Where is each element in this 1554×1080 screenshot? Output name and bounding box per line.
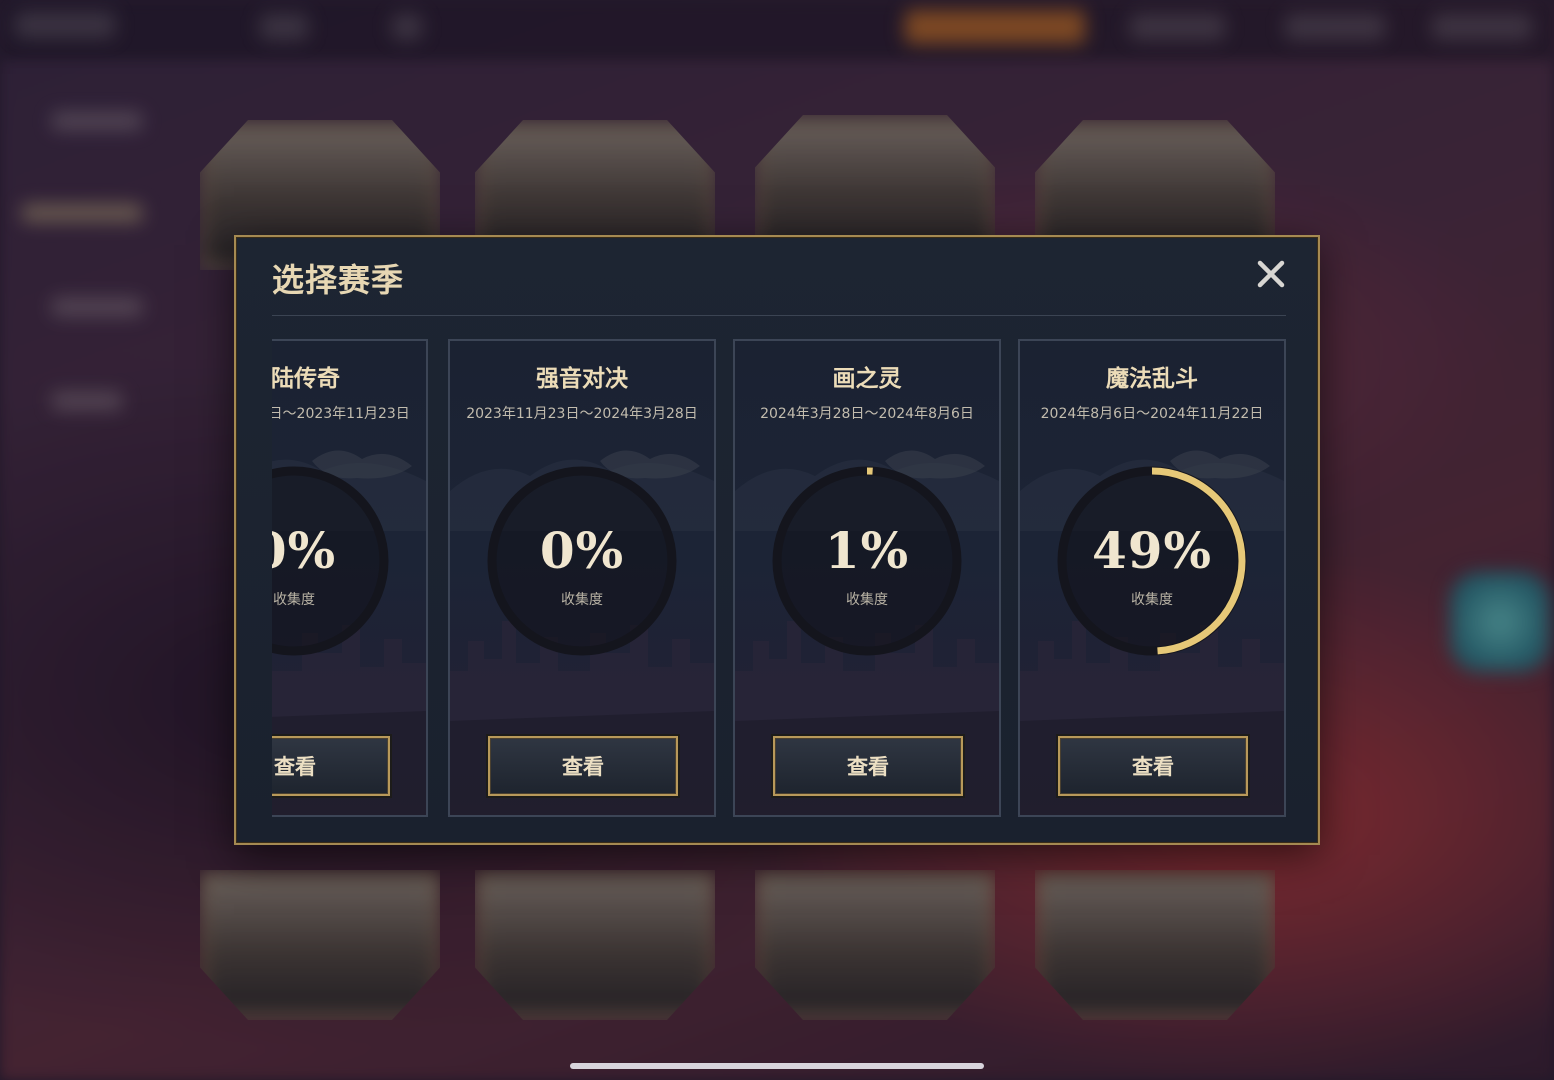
season-name: 画之灵 (832, 366, 902, 392)
close-button[interactable] (1248, 251, 1294, 297)
season-select-dialog: 选择赛季 大陆传奇2023年8月10日～2023年11月23日0%收集度查看强音… (234, 235, 1320, 845)
view-season-button[interactable]: 查看 (1058, 736, 1248, 796)
season-name: 大陆传奇 (272, 366, 340, 392)
collection-label: 收集度 (846, 592, 888, 608)
view-season-button[interactable]: 查看 (272, 736, 390, 796)
collection-label: 收集度 (273, 592, 315, 608)
collection-percent: 0% (272, 521, 337, 580)
season-name: 强音对决 (536, 366, 628, 392)
season-dates: 2024年3月28日～2024年8月6日 (760, 406, 974, 422)
season-dates: 2023年11月23日～2024年3月28日 (466, 406, 698, 422)
home-indicator[interactable] (570, 1063, 984, 1069)
title-divider (272, 315, 1286, 316)
collection-label: 收集度 (1131, 592, 1173, 608)
season-dates: 2023年8月10日～2023年11月23日 (272, 406, 410, 422)
collection-label: 收集度 (561, 592, 603, 608)
season-dates: 2024年8月6日～2024年11月22日 (1040, 406, 1264, 422)
collection-percent: 49% (1091, 521, 1213, 580)
collection-percent: 1% (824, 521, 910, 580)
collection-percent: 0% (539, 521, 625, 580)
season-card: 魔法乱斗 2024年8月6日～2024年11月22日 49% 收集度查看 (1018, 339, 1286, 817)
view-season-button[interactable]: 查看 (773, 736, 963, 796)
season-card: 画之灵 2024年3月28日～2024年8月6日 1% 收集度查看 (733, 339, 1001, 817)
season-card: 强音对决 2023年11月23日～2024年3月28日 0% 收集度查看 (448, 339, 716, 817)
season-card: 大陆传奇 2023年8月10日～2023年11月23日 0% 收集度查看 (272, 339, 428, 817)
season-carousel[interactable]: 大陆传奇 2023年8月10日～2023年11月23日 0% 收集度查看 强音对决 202… (272, 339, 1286, 817)
dialog-title: 选择赛季 (272, 261, 405, 299)
season-name: 魔法乱斗 (1106, 366, 1198, 392)
view-season-button[interactable]: 查看 (488, 736, 678, 796)
close-icon (1257, 260, 1285, 288)
